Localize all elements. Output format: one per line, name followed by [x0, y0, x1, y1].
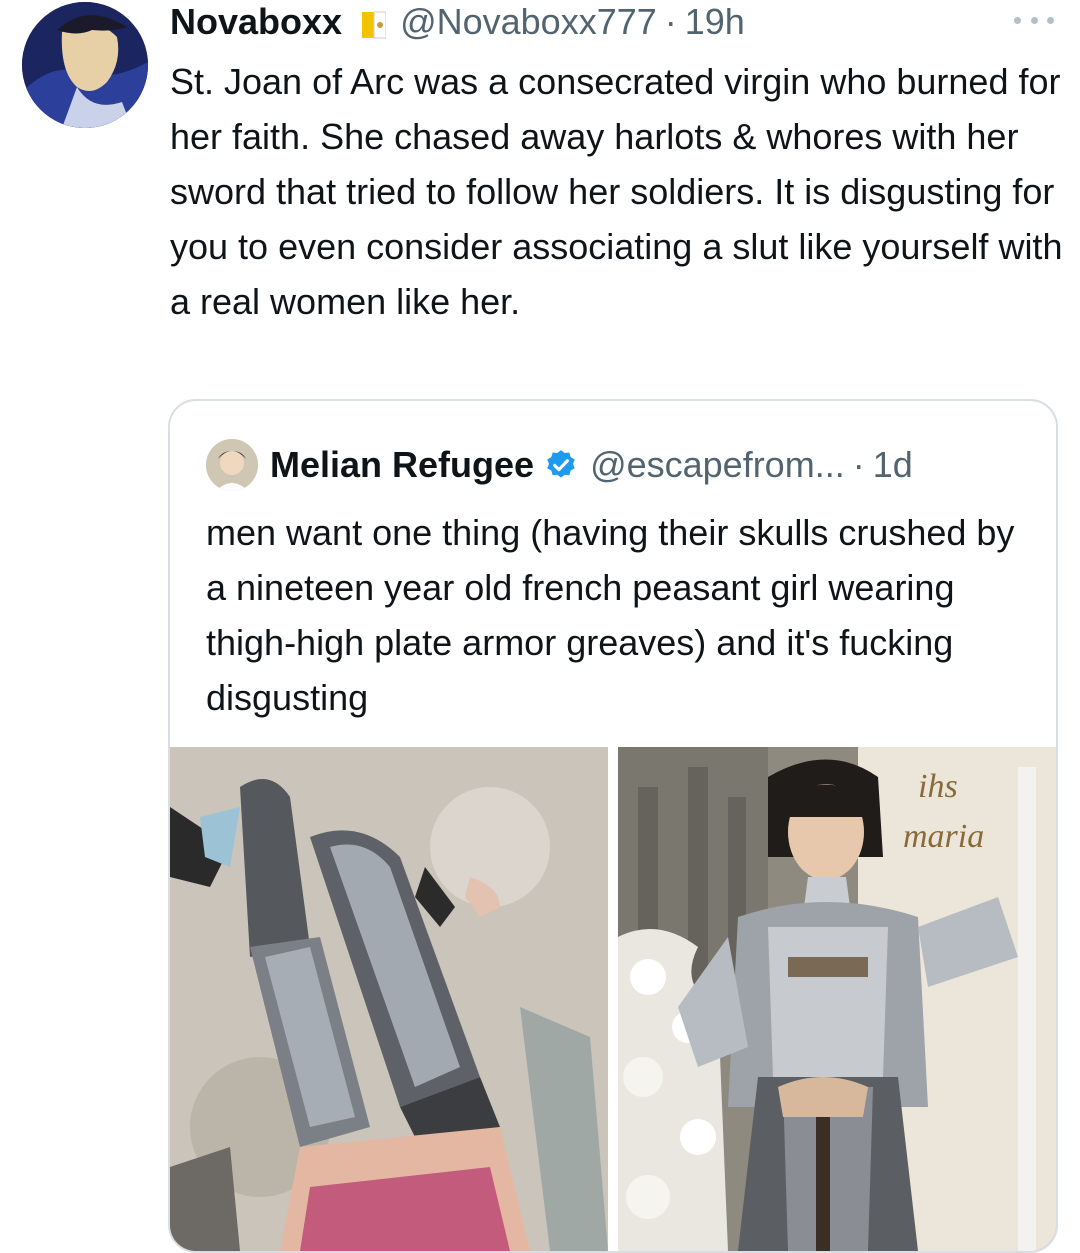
tweet-header: Novaboxx @Novaboxx777 · 19h [170, 0, 1070, 44]
separator-dot: · [664, 1, 677, 42]
author-avatar[interactable] [22, 2, 148, 128]
more-options-icon[interactable] [1014, 8, 1054, 32]
joan-of-arc-painting[interactable]: ihs maria [618, 747, 1056, 1251]
svg-text:maria: maria [903, 818, 984, 855]
quoted-author-name[interactable]: Melian Refugee [270, 444, 534, 486]
tweet-text: St. Joan of Arc was a consecrated virgin… [170, 61, 1063, 322]
armor-legs-photo[interactable] [170, 747, 608, 1251]
quoted-tweet-text: men want one thing (having their skulls … [206, 512, 1015, 718]
vatican-flag-icon [362, 7, 387, 39]
author-name[interactable]: Novaboxx [170, 1, 342, 43]
separator-dot: · [852, 444, 865, 485]
quoted-author-avatar[interactable] [206, 439, 258, 491]
quoted-tweet-header: Melian Refugee @escapefrom... · 1d [206, 439, 1046, 491]
timestamp[interactable]: 19h [685, 1, 745, 43]
quoted-timestamp[interactable]: 1d [873, 444, 913, 486]
verified-badge-icon [544, 448, 578, 482]
quoted-author-handle[interactable]: @escapefrom... [590, 444, 845, 486]
author-handle[interactable]: @Novaboxx777 [400, 1, 657, 43]
quoted-tweet[interactable]: Melian Refugee @escapefrom... · 1d men w… [168, 399, 1058, 1253]
quoted-media: ihs maria [170, 747, 1056, 1251]
svg-text:ihs: ihs [918, 768, 958, 805]
